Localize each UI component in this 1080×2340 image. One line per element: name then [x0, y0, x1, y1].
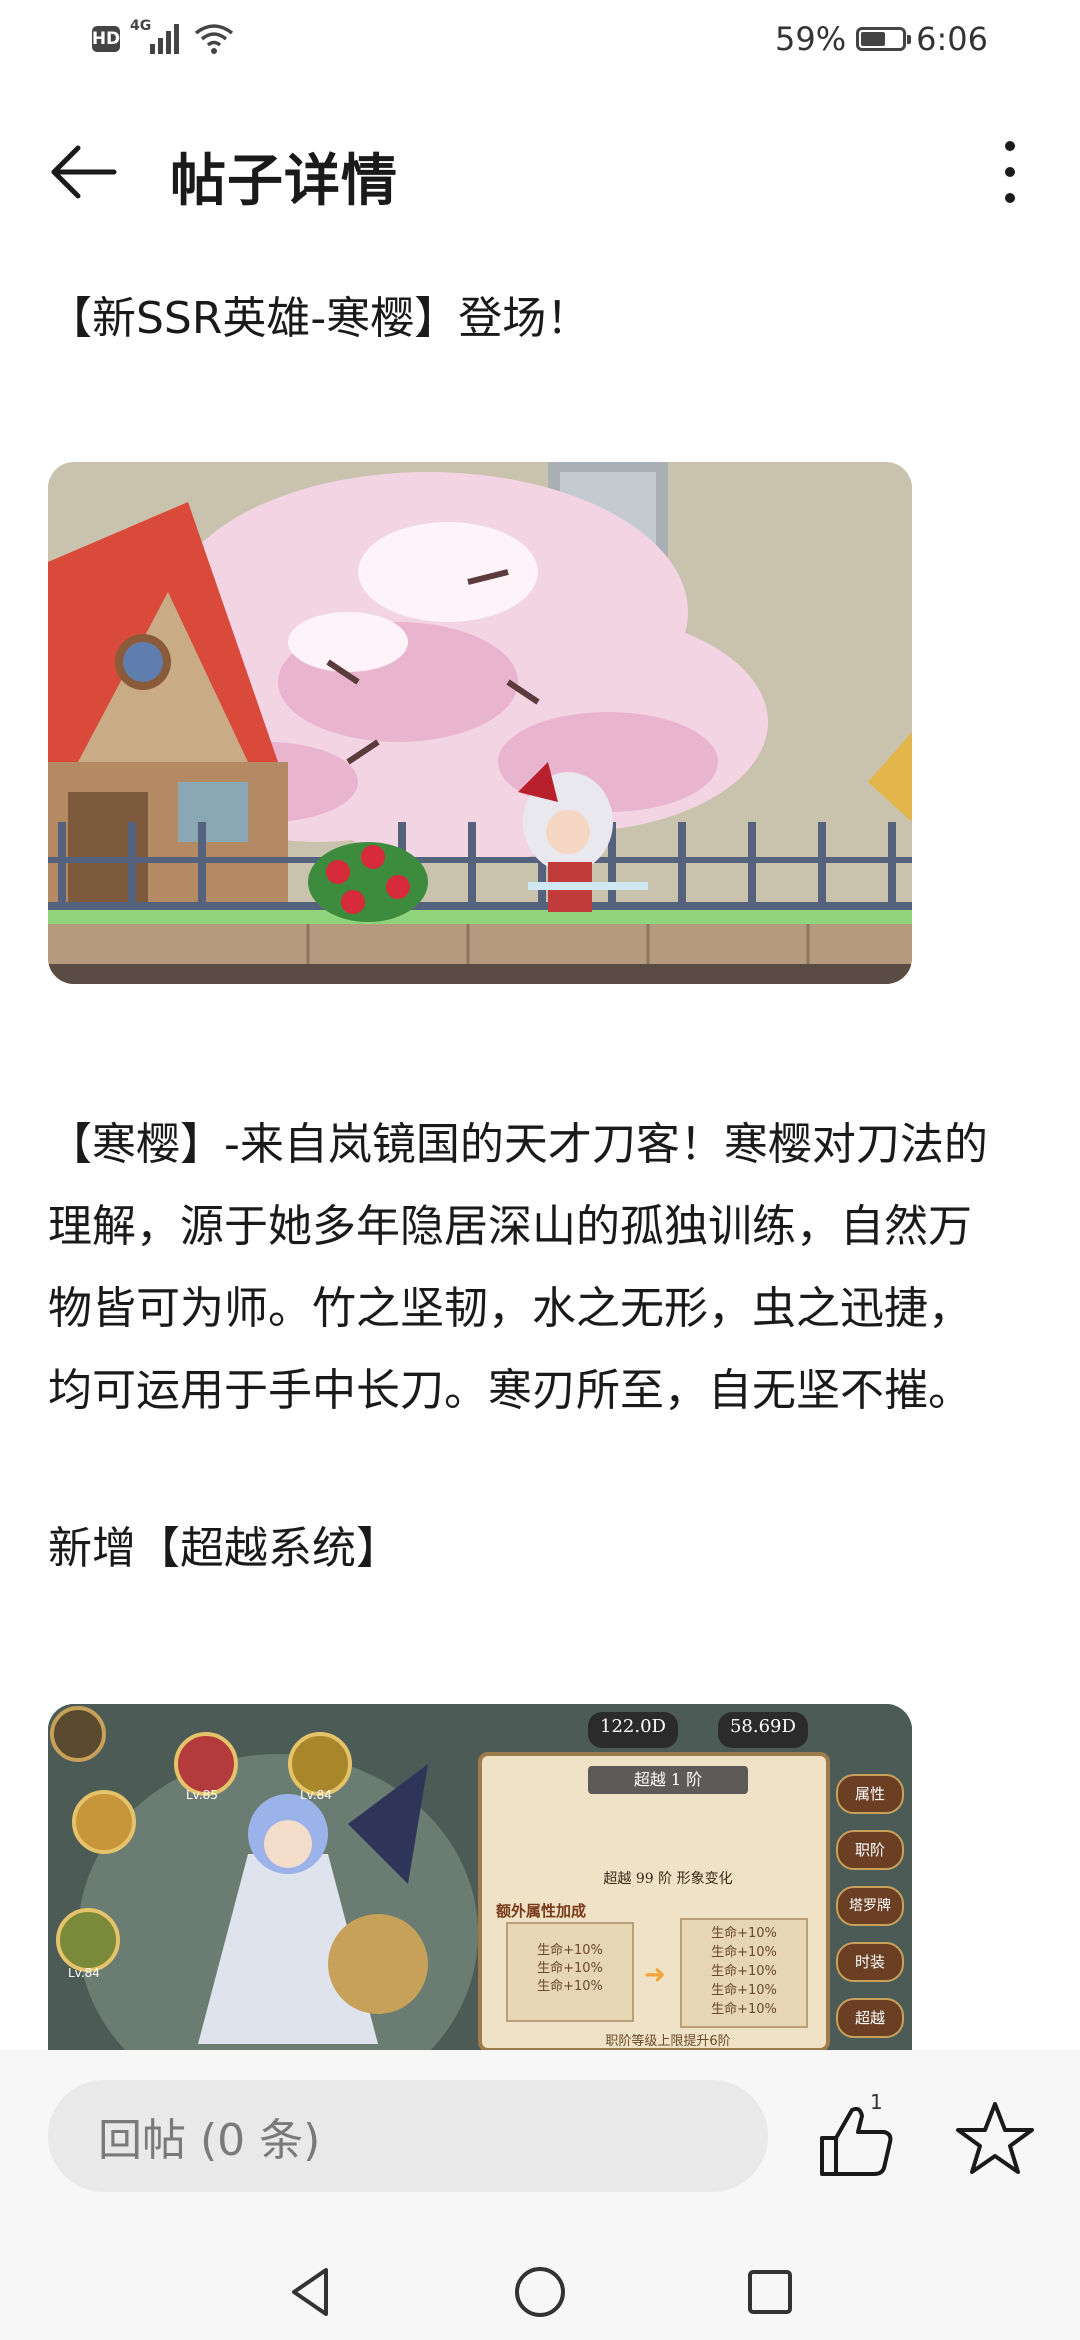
back-button[interactable] [44, 132, 124, 212]
battery-icon [856, 27, 912, 51]
right-stats: 生命+10% 生命+10% 生命+10% 生命+10% 生命+10% [680, 1918, 808, 2028]
side-tab: 职阶 [836, 1830, 904, 1870]
arrow-left-icon [51, 145, 117, 199]
nav-home-button[interactable] [510, 2262, 570, 2322]
status-right: 59% 6:06 [775, 20, 988, 58]
post-image-game-ui[interactable]: 122.0D 58.69D 超越 1 阶 超越 99 阶 形象变化 额外属性加成… [48, 1704, 912, 2050]
stat-line: 生命+10% [711, 2002, 777, 2017]
stage-note: 超越 99 阶 形象变化 [603, 1871, 733, 1887]
side-tab: 时装 [836, 1942, 904, 1982]
nav-back-button[interactable] [280, 2262, 340, 2322]
battery-percent: 59% [775, 20, 847, 58]
bottom-bar: 回帖 (0 条) 1 [0, 2050, 1080, 2340]
currency-bar: 122.0D 58.69D [588, 1712, 908, 1748]
stat-line: 生命+10% [711, 1964, 777, 1979]
side-tab: 超越 [836, 1998, 904, 2038]
signal-icon: 4G [130, 18, 184, 56]
thumbs-up-icon [820, 2106, 893, 2176]
stat-line: 生命+10% [711, 1983, 777, 1998]
left-stats: 生命+10% 生命+10% 生命+10% [506, 1922, 634, 2022]
like-count: 1 [870, 2090, 883, 2114]
hero-level: Lv.85 [186, 1788, 218, 1802]
nav-recents-button[interactable] [740, 2262, 800, 2322]
reply-input[interactable]: 回帖 (0 条) [48, 2080, 768, 2192]
stat-line: 生命+10% [537, 1961, 603, 1976]
page-title: 帖子详情 [170, 149, 398, 214]
hero-level: Lv.84 [68, 1966, 100, 1980]
more-button[interactable] [980, 132, 1040, 212]
hd-badge: HD [92, 26, 120, 52]
paragraph-line: 物皆可为师。竹之坚韧，水之无形，虫之迅捷， [48, 1283, 972, 1334]
gem-amount: 58.69D [717, 1712, 808, 1748]
system-nav-bar [0, 2250, 1080, 2340]
paragraph-line: 【寒樱】-来自岚镜国的天才刀客！寒樱对刀法的 [48, 1119, 988, 1170]
section-title: 新增【超越系统】 [48, 1523, 400, 1574]
hero-level: Lv.84 [300, 1788, 332, 1802]
bonus-title: 额外属性加成 [496, 1902, 587, 1920]
side-tab: 属性 [836, 1774, 904, 1814]
triangle-back-icon [292, 2268, 328, 2316]
paragraph-line: 均可运用于手中长刀。寒刃所至，自无坚不摧。 [48, 1365, 972, 1416]
status-left-icons: HD 4G [92, 18, 234, 56]
reply-placeholder: 回帖 (0 条) [98, 2115, 321, 2166]
post-headline: 【新SSR英雄-寒樱】登场！ [48, 293, 591, 344]
like-button[interactable] [812, 2094, 902, 2184]
stage-label: 超越 1 阶 [588, 1766, 748, 1794]
clock: 6:06 [916, 20, 988, 58]
app-bar: 帖子详情 [0, 100, 1080, 240]
favorite-button[interactable] [950, 2094, 1040, 2184]
stat-line: 生命+10% [711, 1926, 777, 1941]
post-paragraph: 【寒樱】-来自岚镜国的天才刀客！寒樱对刀法的 理解，源于她多年隐居深山的孤独训练… [48, 1104, 1028, 1432]
stat-line: 生命+10% [711, 1945, 777, 1960]
battery-fill [861, 32, 885, 46]
star-icon [956, 2102, 1034, 2174]
status-bar: HD 4G 59% 6:06 [0, 0, 1080, 84]
wifi-icon [194, 24, 234, 54]
cherry-blossom-scene [48, 462, 912, 984]
stat-line: 生命+10% [537, 1943, 603, 1958]
post-image-cherry-blossom[interactable] [48, 462, 912, 984]
more-vertical-icon [1005, 141, 1015, 203]
gold-amount: 122.0D [588, 1712, 678, 1748]
side-tabs: 属性 职阶 塔罗牌 时装 超越 [836, 1774, 904, 2038]
footer-note: 职阶等级上限提升6阶 [605, 2034, 731, 2049]
arrow-right-icon: ➜ [644, 1960, 666, 1990]
side-tab: 塔罗牌 [836, 1886, 904, 1926]
paragraph-line: 理解，源于她多年隐居深山的孤独训练，自然万 [48, 1201, 972, 1252]
square-recents-icon [748, 2270, 792, 2314]
stat-line: 生命+10% [537, 1979, 603, 1994]
circle-home-icon [515, 2267, 565, 2317]
